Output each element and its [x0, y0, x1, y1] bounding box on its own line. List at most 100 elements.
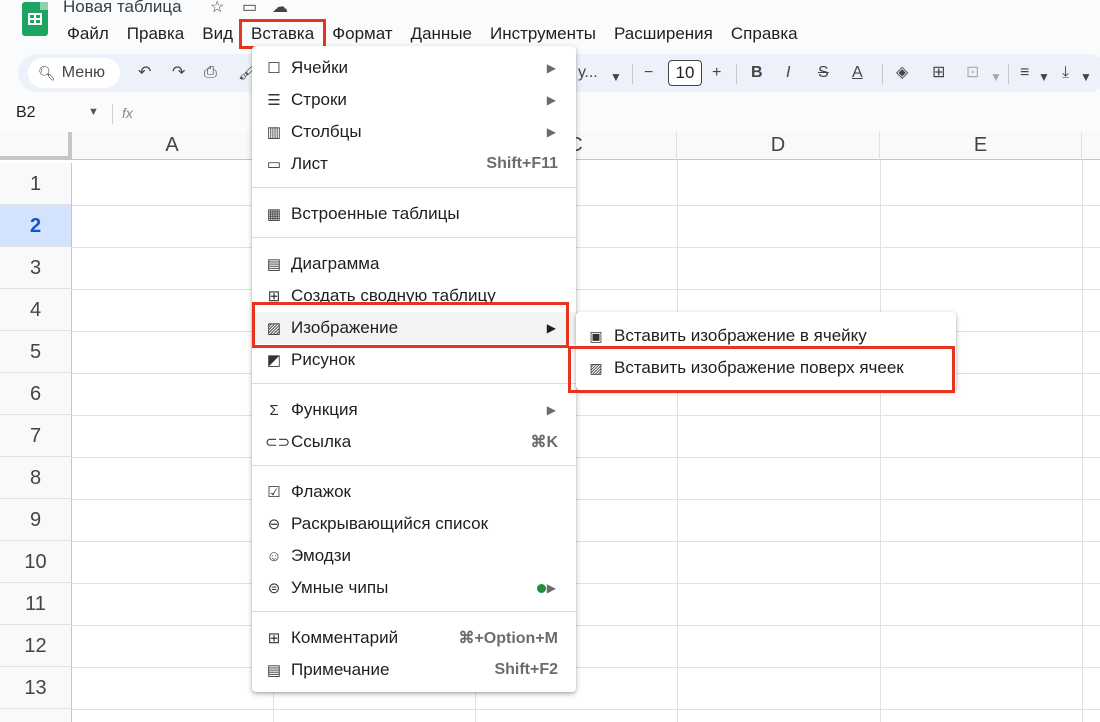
menu-item-label: Умные чипы — [291, 578, 389, 597]
insert-menu-item-dropdown[interactable]: ⊖ Раскрывающийся список — [252, 508, 576, 540]
menu-format[interactable]: Формат — [323, 22, 401, 46]
menu-data[interactable]: Данные — [402, 22, 481, 46]
star-icon[interactable]: ☆ — [210, 0, 224, 17]
insert-menu-item-link[interactable]: ⊂⊃ Ссылка ⌘K — [252, 426, 576, 458]
strikethrough-icon[interactable]: S — [818, 62, 829, 84]
font-name-chevron-icon[interactable]: ▼ — [610, 66, 622, 88]
insert-menu-item-chart[interactable]: ▤ Диаграмма — [252, 248, 576, 280]
align-vertical-icon[interactable]: ⤓ — [1062, 62, 1069, 84]
print-icon[interactable]: ⎙ — [204, 62, 217, 84]
row-header-8[interactable]: 8 — [0, 457, 72, 499]
grid-line — [72, 625, 1100, 626]
italic-icon[interactable]: I — [786, 62, 790, 84]
document-title[interactable]: Новая таблица — [63, 0, 182, 17]
columns-icon: ▥ — [266, 124, 282, 141]
bold-icon[interactable]: B — [751, 62, 763, 84]
formula-bar-divider — [112, 104, 113, 124]
cell-icon: ☐ — [267, 60, 281, 77]
submenu-item-label: Вставить изображение в ячейку — [614, 326, 867, 345]
new-badge-dot — [537, 583, 546, 593]
sheet-icon: ▭ — [266, 156, 282, 173]
menu-item-label: Столбцы — [291, 122, 362, 141]
menu-item-label: Ссылка — [291, 432, 352, 451]
menu-help[interactable]: Справка — [722, 22, 807, 46]
insert-menu-item-drawing[interactable]: ◩ Рисунок — [252, 344, 576, 376]
grid-line — [72, 583, 1100, 584]
comment-icon: ⊞ — [267, 630, 281, 647]
sheets-logo-icon[interactable] — [22, 2, 48, 36]
fx-icon: fx — [122, 105, 133, 121]
merge-cells-icon[interactable]: ⊡ — [966, 62, 979, 84]
fill-color-icon[interactable]: ◈ — [896, 62, 908, 84]
grid-line — [72, 667, 1100, 668]
name-box-chevron-icon[interactable]: ▼ — [88, 106, 99, 118]
menu-view[interactable]: Вид — [193, 22, 242, 46]
borders-icon[interactable]: ⊞ — [932, 62, 945, 84]
menu-item-label: Встроенные таблицы — [291, 204, 460, 223]
dropdown-icon: ⊖ — [267, 516, 281, 533]
sigma-icon: Σ — [269, 401, 279, 419]
menu-item-shortcut: ⌘K — [530, 434, 558, 451]
menu-divider — [252, 465, 576, 466]
column-header-a[interactable]: A — [72, 132, 273, 160]
insert-menu-item-emoji[interactable]: ☺ Эмодзи — [252, 540, 576, 572]
menu-item-label: Комментарий — [291, 628, 399, 647]
row-header-3[interactable]: 3 — [0, 247, 72, 289]
row-header-12[interactable]: 12 — [0, 625, 72, 667]
row-header-13[interactable]: 13 — [0, 667, 72, 709]
undo-icon[interactable]: ↶ — [138, 62, 151, 84]
row-header-1[interactable]: 1 — [0, 163, 72, 205]
row-header-9[interactable]: 9 — [0, 499, 72, 541]
select-all-corner[interactable] — [0, 132, 72, 160]
menu-divider — [252, 383, 576, 384]
grid-line — [72, 499, 1100, 500]
increase-font-icon[interactable]: + — [712, 62, 721, 84]
grid-line — [72, 457, 1100, 458]
image-in-cell-icon: ▣ — [589, 327, 603, 344]
menu-insert[interactable]: Вставка — [238, 19, 327, 49]
menu-search[interactable]: 🔍︎ Меню — [28, 58, 120, 88]
row-header-7[interactable]: 7 — [0, 415, 72, 457]
row-header-11[interactable]: 11 — [0, 583, 72, 625]
align-chevron-icon[interactable]: ▼ — [1038, 66, 1050, 88]
name-box[interactable]: B2 — [16, 104, 36, 122]
column-header-d[interactable]: D — [677, 132, 880, 160]
menu-divider — [252, 187, 576, 188]
row-header-2[interactable]: 2 — [0, 205, 72, 247]
menu-item-shortcut: Shift+F11 — [486, 155, 558, 172]
font-name-select[interactable]: у... — [578, 62, 598, 84]
link-icon: ⊂⊃ — [265, 434, 291, 451]
insert-menu-item-function[interactable]: Σ Функция ▶ — [252, 394, 576, 426]
insert-menu-item-smart-chips[interactable]: ⊜ Умные чипы ▶ — [252, 572, 576, 604]
column-header-e[interactable]: E — [880, 132, 1082, 160]
column-header-f[interactable] — [1082, 132, 1100, 160]
insert-menu-item-tables[interactable]: ▦ Встроенные таблицы — [252, 198, 576, 230]
insert-menu-item-checkbox[interactable]: ☑ Флажок — [252, 476, 576, 508]
menu-extensions[interactable]: Расширения — [605, 22, 722, 46]
menu-tools[interactable]: Инструменты — [481, 22, 605, 46]
redo-icon[interactable]: ↷ — [172, 62, 185, 84]
merge-chevron-icon[interactable]: ▼ — [990, 66, 1002, 88]
move-folder-icon[interactable]: ▭ — [242, 0, 257, 17]
insert-menu-item-columns[interactable]: ▥ Столбцы ▶ — [252, 116, 576, 148]
row-header-5[interactable]: 5 — [0, 331, 72, 373]
insert-menu-item-comment[interactable]: ⊞ Комментарий ⌘+Option+M — [252, 622, 576, 654]
insert-menu-item-cells[interactable]: ☐ Ячейки ▶ — [252, 52, 576, 84]
valign-chevron-icon[interactable]: ▼ — [1080, 66, 1092, 88]
cloud-status-icon[interactable]: ☁ — [272, 0, 288, 17]
insert-menu-item-rows[interactable]: ☰ Строки ▶ — [252, 84, 576, 116]
decrease-font-icon[interactable]: − — [644, 62, 653, 84]
align-horizontal-icon[interactable]: ≡ — [1020, 62, 1029, 84]
row-header-6[interactable]: 6 — [0, 373, 72, 415]
row-header-14[interactable] — [0, 709, 72, 722]
menu-edit[interactable]: Правка — [118, 22, 193, 46]
toolbar-divider — [736, 64, 737, 84]
insert-menu-item-note[interactable]: ▤ Примечание Shift+F2 — [252, 654, 576, 686]
row-header-4[interactable]: 4 — [0, 289, 72, 331]
font-size-input[interactable]: 10 — [668, 60, 702, 86]
menu-file[interactable]: Файл — [58, 22, 118, 46]
insert-menu-item-sheet[interactable]: ▭ Лист Shift+F11 — [252, 148, 576, 180]
text-color-icon[interactable]: A — [852, 62, 863, 84]
chart-icon: ▤ — [266, 256, 282, 273]
row-header-10[interactable]: 10 — [0, 541, 72, 583]
